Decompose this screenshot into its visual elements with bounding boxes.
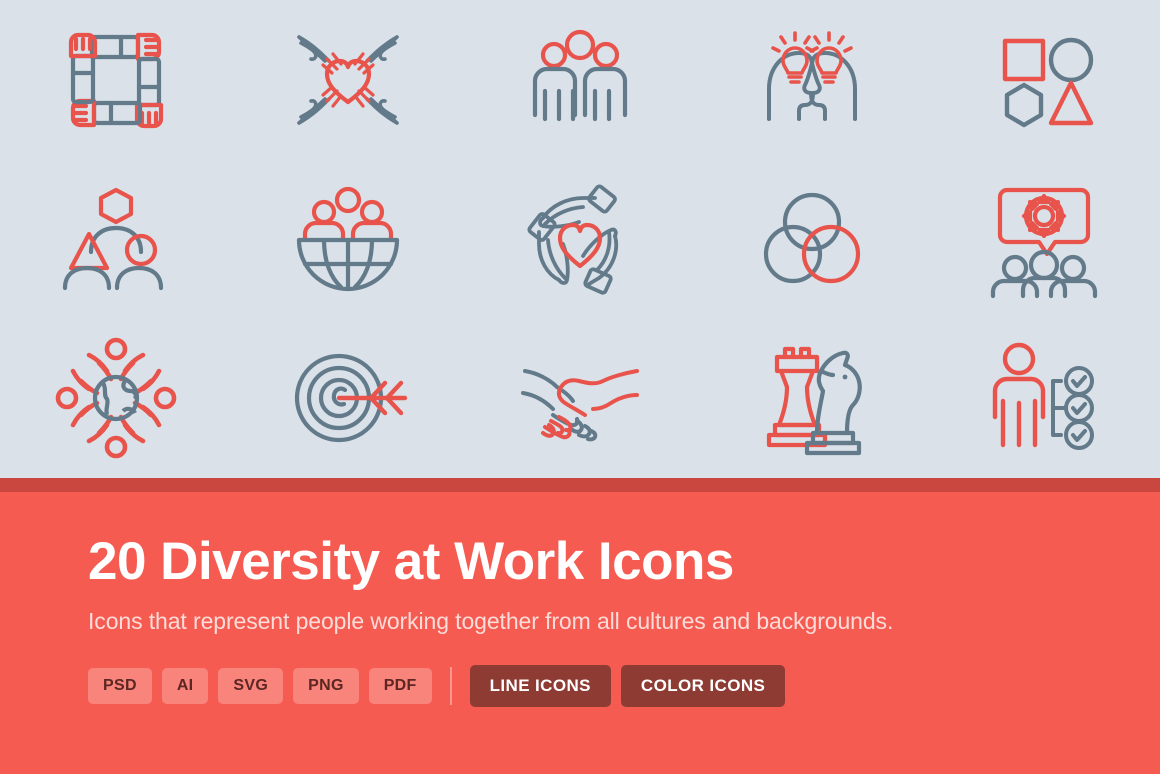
chess-rook-knight-icon: [766, 347, 862, 456]
three-hands-protecting-heart-icon: [527, 184, 619, 295]
color-icons-button[interactable]: COLOR ICONS: [620, 664, 786, 707]
icon-cell-people-on-globe[interactable]: [232, 159, 464, 318]
format-badge-ai[interactable]: AI: [161, 667, 209, 704]
icon-cell-three-hands-protecting-heart[interactable]: [464, 159, 696, 318]
icon-cell-group-of-three-people[interactable]: [464, 0, 696, 159]
badge-separator: [449, 666, 452, 705]
icon-cell-team-gear-speech-bubble[interactable]: [928, 159, 1160, 318]
people-different-head-shapes-icon: [62, 187, 164, 291]
four-arms-square-icon: [68, 32, 164, 128]
format-badge-png[interactable]: PNG: [293, 667, 359, 704]
page-title: 20 Diversity at Work Icons: [88, 532, 734, 591]
icon-grid: [0, 0, 1160, 478]
icon-cell-handshake[interactable]: [464, 319, 696, 478]
icon-cell-target-arrow[interactable]: [232, 319, 464, 478]
line-icons-button[interactable]: LINE ICONS: [469, 664, 611, 707]
people-around-globe-icon: [55, 338, 177, 459]
four-shapes-icon: [1002, 37, 1094, 127]
page-subtitle: Icons that represent people working toge…: [88, 607, 894, 634]
icon-set-preview-page: 20 Diversity at Work Icons Icons that re…: [0, 0, 1160, 774]
icon-cell-person-checklist[interactable]: [928, 319, 1160, 478]
hands-around-heart-icon: [297, 34, 399, 125]
icon-cell-four-arms-square[interactable]: [0, 0, 232, 159]
format-badge-psd[interactable]: PSD: [88, 667, 152, 704]
format-badge-pdf[interactable]: PDF: [368, 667, 432, 704]
target-arrow-icon: [294, 354, 408, 443]
divider-strip: [0, 478, 1160, 492]
icon-cell-people-different-head-shapes[interactable]: [0, 159, 232, 318]
icon-grid-area: [0, 0, 1160, 478]
people-on-globe-icon: [296, 186, 400, 292]
icon-cell-hands-around-heart[interactable]: [232, 0, 464, 159]
icon-cell-four-shapes[interactable]: [928, 0, 1160, 159]
icon-cell-people-around-globe[interactable]: [0, 319, 232, 478]
icon-cell-two-heads-lightbulbs[interactable]: [696, 0, 928, 159]
icon-cell-overlapping-circles-venn[interactable]: [696, 159, 928, 318]
format-badge-svg[interactable]: SVG: [218, 667, 284, 704]
two-heads-lightbulbs-icon: [767, 30, 857, 121]
icon-cell-chess-rook-knight[interactable]: [696, 319, 928, 478]
banner: 20 Diversity at Work Icons Icons that re…: [0, 492, 1160, 774]
team-gear-speech-bubble-icon: [990, 187, 1098, 299]
handshake-icon: [521, 369, 639, 442]
group-of-three-people-icon: [532, 29, 628, 121]
person-checklist-icon: [992, 343, 1094, 451]
overlapping-circles-venn-icon: [763, 192, 861, 284]
badge-row: PSD AI SVG PNG PDF LINE ICONS COLOR ICON…: [88, 635, 1160, 707]
